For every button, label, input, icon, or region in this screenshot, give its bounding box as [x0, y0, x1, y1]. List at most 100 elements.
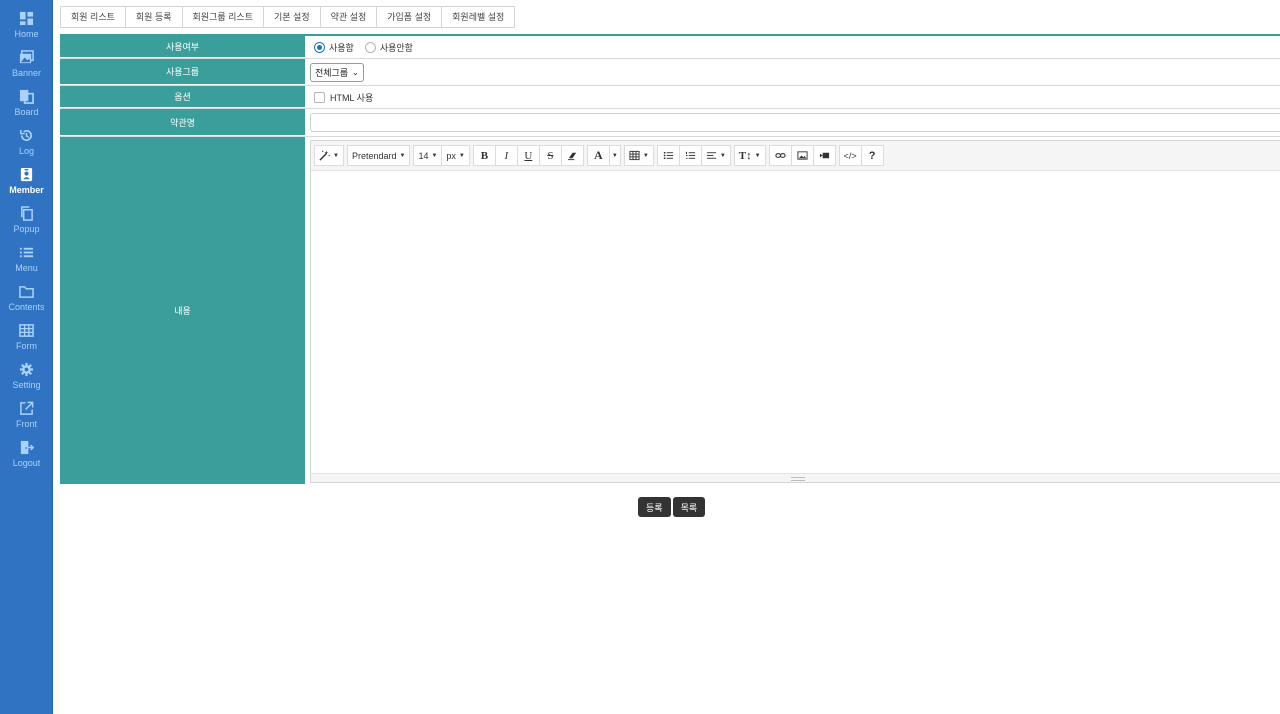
picture-button[interactable] — [790, 145, 814, 166]
tab-signup-form-settings[interactable]: 가입폼 설정 — [377, 6, 443, 28]
line-height-button[interactable]: T↕ ▼ — [733, 145, 766, 166]
tab-member-list[interactable]: 회원 리스트 — [60, 6, 126, 28]
content-label: 내용 — [60, 137, 305, 485]
nav-item-setting[interactable]: Setting — [0, 362, 53, 401]
link-icon — [774, 150, 786, 161]
radio-use-yes[interactable] — [314, 41, 325, 53]
option-label: 옵션 — [60, 86, 305, 108]
history-icon — [19, 128, 34, 143]
font-color-button[interactable]: A — [586, 145, 610, 166]
row-option: 옵션 HTML 사용 — [60, 86, 1280, 109]
nav-item-member[interactable]: Member — [0, 167, 53, 206]
help-button[interactable]: ? — [860, 145, 884, 166]
chevron-down-icon: ⌄ — [352, 67, 359, 77]
nav-label: Popup — [13, 224, 40, 234]
tab-member-group-list[interactable]: 회원그룹 리스트 — [182, 6, 264, 28]
bold-button[interactable]: B — [472, 145, 496, 166]
font-family-value: Pretendard — [351, 150, 397, 161]
eraser-icon — [567, 150, 578, 161]
rich-text-editor: ▼ Pretendard ▼ 14 ▼ px ▼ B I U S A ▼ ▼ ▼… — [310, 140, 1280, 483]
row-content: 내용 ▼ Pretendard ▼ 14 ▼ px ▼ B I U S A ▼ … — [60, 137, 1280, 485]
nav-item-menu[interactable]: Menu — [0, 245, 53, 284]
terms-title-input[interactable] — [310, 113, 1280, 132]
tab-bar: 회원 리스트 회원 등록 회원그룹 리스트 기본 설정 약관 설정 가입폼 설정… — [60, 6, 516, 28]
nav-label: Logout — [12, 458, 41, 468]
form-actions: 등록 목록 — [638, 497, 706, 517]
group-select[interactable]: 전체그룹 ⌄ — [310, 62, 364, 82]
editor-toolbar: ▼ Pretendard ▼ 14 ▼ px ▼ B I U S A ▼ ▼ ▼… — [311, 141, 1280, 171]
sidebar: Home Banner Board Log Member Popup Menu … — [0, 0, 53, 714]
tab-terms-settings[interactable]: 약관 설정 — [320, 6, 378, 28]
nav-item-banner[interactable]: Banner — [0, 50, 53, 89]
style-button[interactable]: ▼ — [314, 145, 344, 166]
nav-label: Front — [15, 419, 37, 429]
nav-label: Setting — [12, 380, 41, 390]
picture-icon — [797, 150, 808, 161]
nav-label: Member — [9, 185, 44, 195]
video-button[interactable] — [812, 145, 836, 166]
radio-use-no[interactable] — [364, 41, 376, 53]
font-family-select[interactable]: Pretendard ▼ — [346, 145, 411, 166]
tab-member-level-settings[interactable]: 회원레벨 설정 — [442, 6, 516, 28]
nav-label: Contents — [8, 302, 45, 312]
ordered-list-icon — [685, 150, 696, 161]
editor-resize-handle[interactable] — [311, 473, 1280, 482]
nav-item-front[interactable]: Front — [0, 401, 53, 440]
html-checkbox-label[interactable]: HTML 사용 — [330, 91, 373, 104]
nav-item-form[interactable]: Form — [0, 323, 53, 362]
images-icon — [19, 50, 34, 65]
table-button[interactable]: ▼ — [623, 145, 654, 166]
italic-button[interactable]: I — [494, 145, 518, 166]
nav-label: Menu — [15, 263, 38, 273]
tab-member-register[interactable]: 회원 등록 — [125, 6, 183, 28]
nav-label: Board — [14, 107, 39, 117]
underline-icon: U — [524, 149, 533, 162]
editor-content-area[interactable] — [311, 171, 1280, 472]
submit-button[interactable]: 등록 — [638, 497, 671, 517]
caret-down-icon: ▼ — [611, 152, 618, 159]
radio-use-yes-label[interactable]: 사용함 — [329, 41, 354, 54]
font-color-dropdown[interactable]: ▼ — [608, 145, 621, 166]
row-group: 사용그룹 전체그룹 ⌄ — [60, 59, 1280, 86]
folder-icon — [19, 284, 34, 299]
row-title: 약관명 — [60, 109, 1280, 137]
radio-use-no-label[interactable]: 사용안함 — [380, 41, 413, 54]
nav-item-log[interactable]: Log — [0, 128, 53, 167]
nav-item-board[interactable]: Board — [0, 89, 53, 128]
group-label: 사용그룹 — [60, 59, 305, 85]
link-button[interactable] — [768, 145, 792, 166]
html-checkbox[interactable] — [314, 91, 325, 103]
terms-form: 사용여부 사용함 사용안함 사용그룹 전체그룹 ⌄ 옵션 HTML 사용 약관명… — [60, 34, 1280, 485]
code-view-button[interactable]: </> — [838, 145, 862, 166]
nav-label: Home — [14, 29, 39, 39]
underline-button[interactable]: U — [516, 145, 540, 166]
nav-label: Banner — [11, 68, 42, 78]
font-unit-select[interactable]: px ▼ — [441, 145, 470, 166]
strikethrough-icon: S — [547, 149, 554, 162]
italic-icon: I — [504, 149, 509, 162]
title-label: 약관명 — [60, 109, 305, 136]
nav-item-logout[interactable]: Logout — [0, 440, 53, 479]
nav-label: Log — [18, 146, 35, 156]
paragraph-align-button[interactable]: ▼ — [700, 145, 731, 166]
font-size-select[interactable]: 14 ▼ — [413, 145, 443, 166]
row-use: 사용여부 사용함 사용안함 — [60, 36, 1280, 59]
list-icon — [19, 245, 34, 260]
nav-item-home[interactable]: Home — [0, 11, 53, 50]
list-button[interactable]: 목록 — [672, 497, 706, 517]
help-icon: ? — [868, 149, 876, 162]
member-badge-icon — [19, 167, 34, 182]
ordered-list-button[interactable] — [678, 145, 702, 166]
nav-item-contents[interactable]: Contents — [0, 284, 53, 323]
unordered-list-button[interactable] — [656, 145, 680, 166]
nav-item-popup[interactable]: Popup — [0, 206, 53, 245]
strikethrough-button[interactable]: S — [538, 145, 562, 166]
font-unit-value: px — [446, 150, 456, 161]
clear-format-button[interactable] — [560, 145, 584, 166]
copy-icon — [19, 206, 34, 221]
video-icon — [819, 150, 830, 161]
bold-icon: B — [480, 149, 489, 162]
logout-icon — [19, 440, 34, 455]
align-icon — [706, 150, 717, 161]
tab-basic-settings[interactable]: 기본 설정 — [264, 6, 321, 28]
